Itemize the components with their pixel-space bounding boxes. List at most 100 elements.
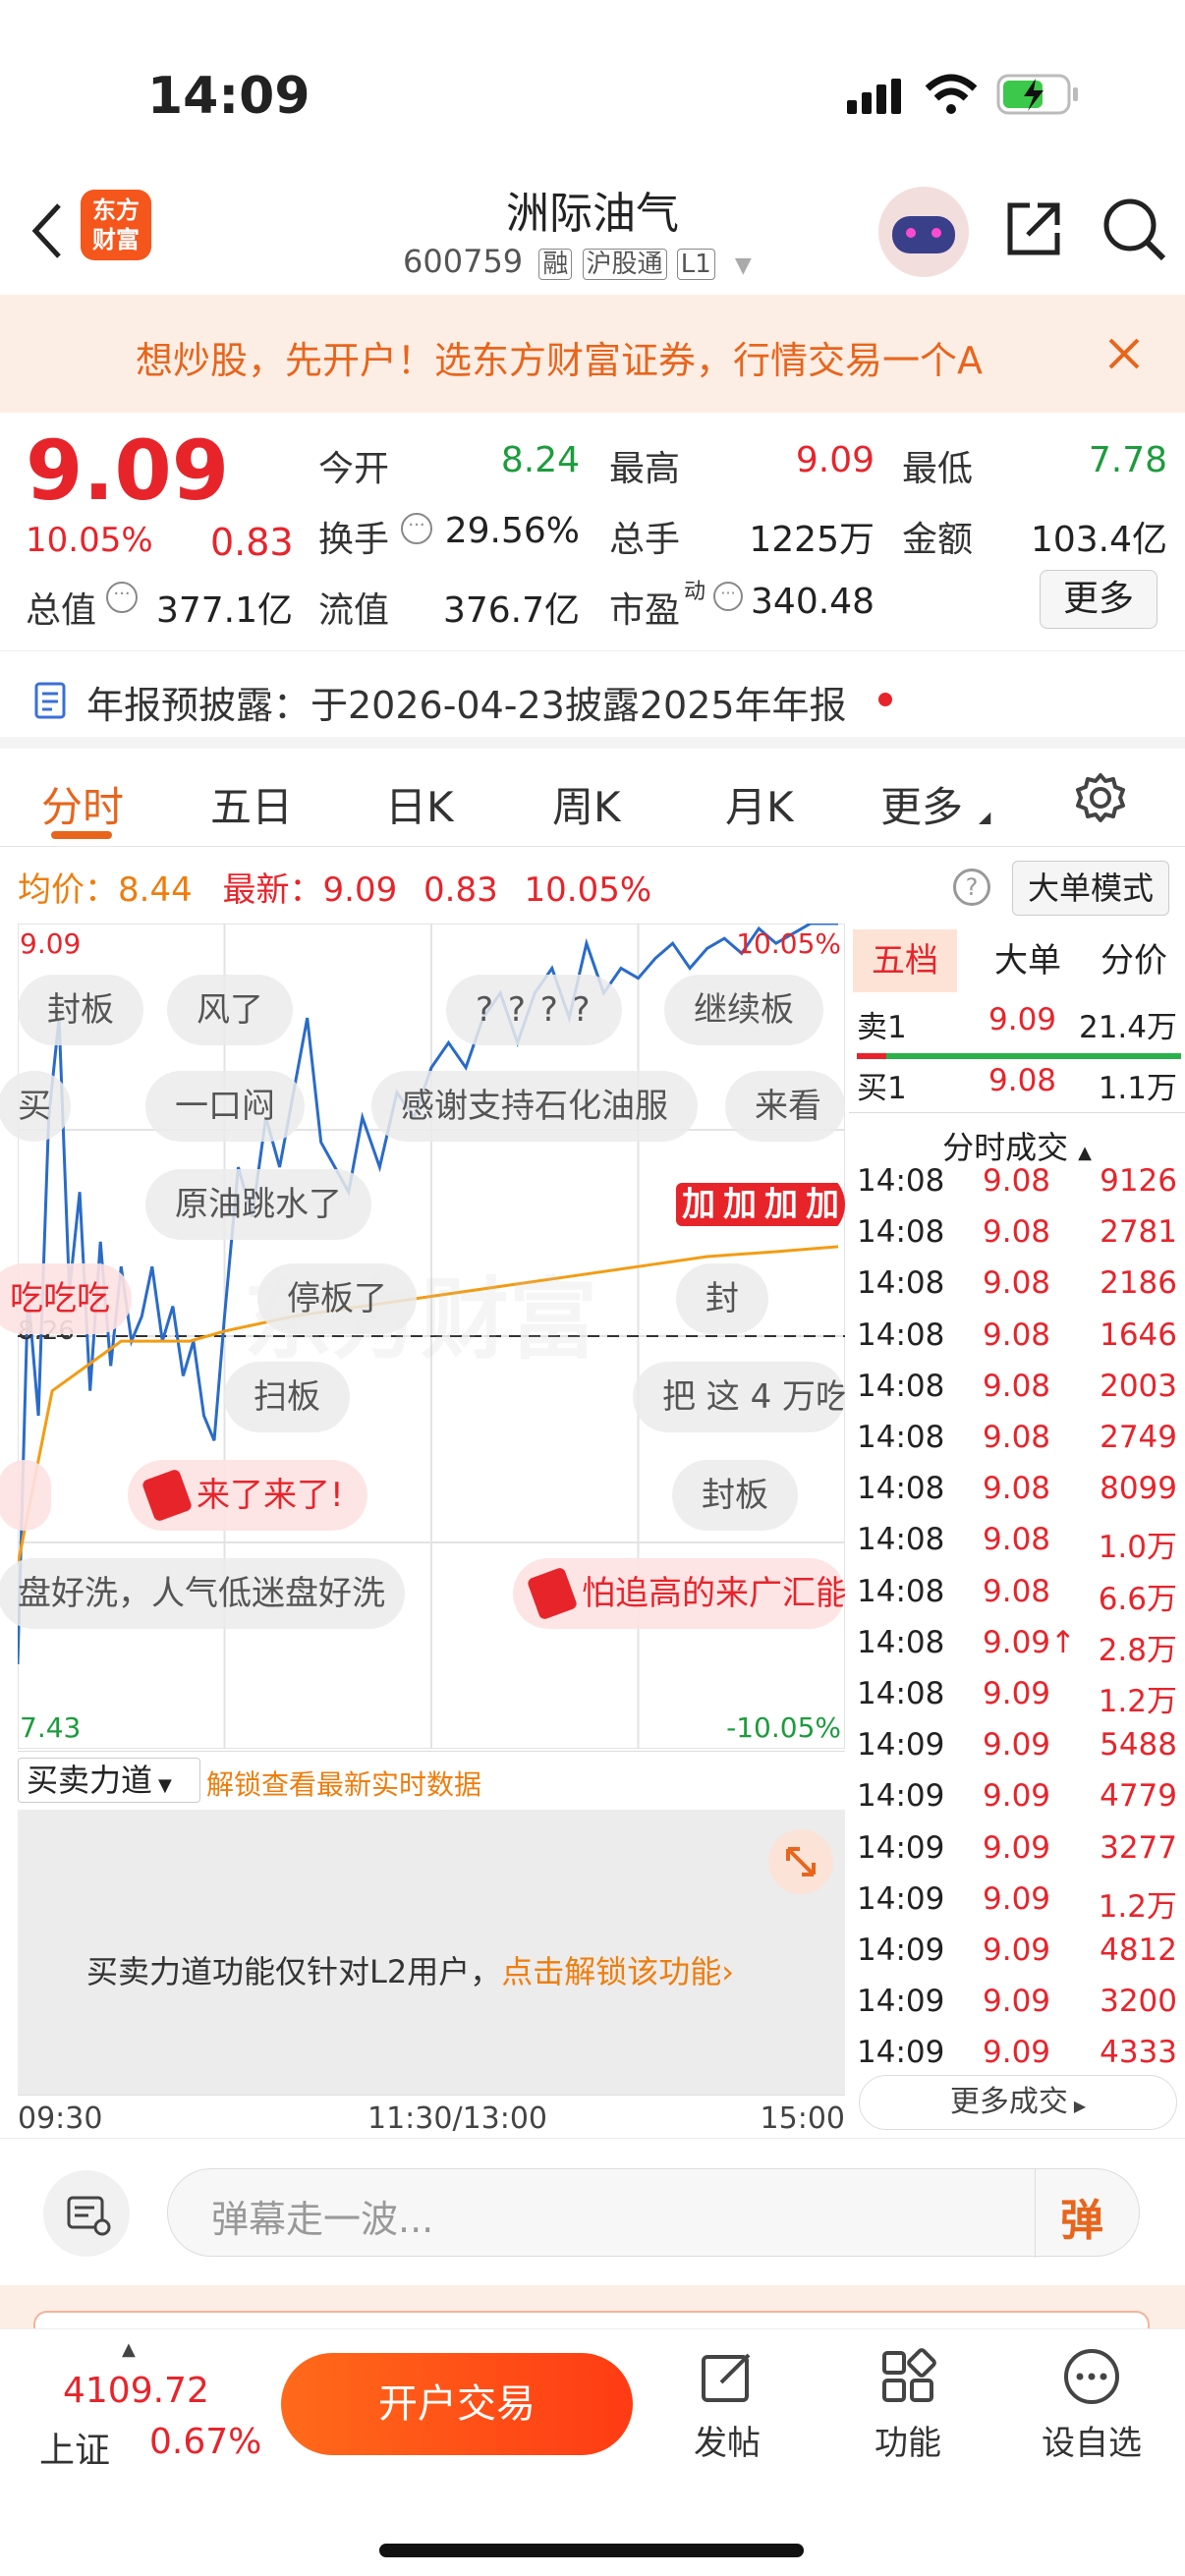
danmu-item: 买 — [0, 1071, 71, 1142]
danmu-item: 封 — [676, 1263, 768, 1334]
danmu-item: 原油跳水了 — [145, 1169, 371, 1240]
trade-price: 9.09 — [983, 1829, 1051, 1866]
open-account-trade-button[interactable]: 开户交易 — [281, 2353, 633, 2455]
tab-big-orders[interactable]: 大单 — [979, 929, 1077, 992]
tab-intraday[interactable]: 分时 — [41, 774, 124, 834]
trade-price: 9.09 — [983, 1727, 1051, 1764]
trade-row: 14:09 9.09 5488 — [857, 1727, 1181, 1778]
trade-row: 14:09 9.09 4812 — [857, 1932, 1181, 1984]
trade-price: 9.09 — [983, 1676, 1051, 1711]
trade-price: 9.09 — [983, 2035, 1051, 2071]
edit-icon — [702, 2353, 751, 2402]
trade-price: 9.08 — [983, 1265, 1051, 1302]
trade-time: 14:09 — [857, 2035, 945, 2071]
firecracker-icon — [526, 1566, 579, 1621]
gear-icon[interactable] — [1075, 772, 1126, 823]
help-icon[interactable]: ? — [953, 868, 990, 906]
danmu-item: 封板 — [18, 975, 143, 1045]
tab-price-dist[interactable]: 分价 — [1083, 929, 1185, 992]
danmu-item: ? ? ? ? — [446, 975, 622, 1045]
force-label: 买卖力道 — [27, 1762, 153, 1799]
trade-row: 14:08 9.08 2186 — [857, 1265, 1181, 1316]
info-icon[interactable]: ··· — [106, 582, 138, 613]
order-book-panel: 五档 大单 分价 卖1 9.09 21.4万 买1 9.08 1.1万 分时成交… — [849, 924, 1185, 2132]
danmu-item-text: 来了来了! — [197, 1476, 344, 1515]
triangle-up-icon: ▲ — [1078, 1143, 1092, 1163]
field-amount-value: 103.4亿 — [1030, 520, 1167, 560]
field-volume-label: 总手 — [609, 520, 681, 560]
danmu-input[interactable]: 弹幕走一波... 弹 — [167, 2168, 1140, 2258]
danmu-item: 怕追高的来广汇能 — [513, 1558, 845, 1629]
notice-bar[interactable]: 年报预披露：于2026-04-23披露2025年年报 — [0, 650, 1185, 749]
ask-label: 卖1 — [857, 1010, 907, 1045]
trade-button-label: 开户交易 — [378, 2381, 536, 2427]
big-order-mode-button[interactable]: 大单模式 — [1012, 861, 1169, 916]
chart-info-row: 均价：8.44 最新：9.09 0.83 10.05% — [18, 863, 651, 911]
trade-time: 14:08 — [857, 1471, 945, 1507]
trade-price: 9.09 — [983, 1932, 1051, 1968]
add-watchlist-button[interactable]: 设自选 — [1028, 2347, 1156, 2494]
battery-icon — [996, 74, 1078, 115]
tab-five-levels[interactable]: 五档 — [853, 929, 957, 992]
tab-daily[interactable]: 日K — [385, 774, 454, 834]
field-open-value: 8.24 — [500, 440, 580, 480]
trade-volume: 2186 — [1100, 1265, 1177, 1302]
bid-row: 买1 9.08 1.1万 — [857, 1063, 1181, 1114]
stock-code-row[interactable]: 600759 融 沪股通 L1 ▼ — [403, 243, 752, 280]
trade-price: 9.08 — [983, 1163, 1051, 1199]
danmu-send-button[interactable]: 弹 — [1060, 2185, 1103, 2248]
danmu-item: 封板 — [672, 1460, 798, 1531]
trade-time: 14:08 — [857, 1214, 945, 1251]
robot-avatar-icon[interactable] — [878, 187, 969, 277]
tab-monthly[interactable]: 月K — [725, 774, 794, 834]
function-button[interactable]: 功能 — [859, 2347, 957, 2494]
trade-time: 14:08 — [857, 1573, 945, 1609]
force-dropdown[interactable]: 买卖力道 ▼ — [18, 1758, 200, 1803]
firecracker-icon — [141, 1468, 194, 1523]
field-pe-value: 340.48 — [751, 582, 875, 622]
info-icon[interactable]: ··· — [713, 582, 743, 611]
search-icon[interactable] — [1100, 196, 1169, 264]
info-icon[interactable]: ··· — [401, 513, 432, 544]
trade-price: 9.09 — [983, 1984, 1051, 2020]
more-button[interactable]: 更多 — [1040, 570, 1157, 629]
stock-header: 东方财富 洲际油气 600759 融 沪股通 L1 ▼ — [0, 172, 1185, 295]
field-volume-value: 1225万 — [749, 520, 875, 560]
expand-icon[interactable] — [768, 1829, 833, 1894]
trade-price: 9.08 — [983, 1368, 1051, 1404]
intraday-chart[interactable]: 东方财富 9.09 10.05% 7.43 -10.05% 8.26 封板 风了… — [0, 922, 846, 1750]
latest-change: 0.83 — [423, 870, 498, 910]
tab-weekly[interactable]: 周K — [552, 774, 621, 834]
index-name: 上证 — [39, 2431, 111, 2471]
tab-five-day[interactable]: 五日 — [210, 774, 293, 834]
more-trades-button[interactable]: 更多成交 ▶ — [859, 2075, 1177, 2130]
close-icon[interactable] — [1106, 336, 1142, 371]
tab-more[interactable]: 更多 — [880, 774, 963, 834]
share-icon[interactable] — [1002, 197, 1065, 260]
x-label-open: 09:30 — [18, 2101, 103, 2136]
latest-value: 9.09 — [322, 870, 398, 910]
trade-volume: 2781 — [1100, 1214, 1177, 1251]
trade-volume: 1646 — [1100, 1316, 1177, 1353]
index-value[interactable]: 4109.72 — [63, 2371, 209, 2411]
post-button[interactable]: 发帖 — [678, 2347, 776, 2494]
danmu-settings-icon[interactable] — [43, 2170, 130, 2257]
danmu-item: 盘好洗，人气低迷盘好洗 — [0, 1558, 405, 1629]
trade-row: 14:08 9.08 2781 — [857, 1214, 1181, 1265]
promo-banner[interactable]: 想炒股，先开户！选东方财富证券，行情交易一个A — [0, 295, 1185, 413]
trade-row: 14:09 9.09 3200 — [857, 1984, 1181, 2035]
notice-text: 年报预披露：于2026-04-23披露2025年年报 — [86, 684, 847, 727]
force-unlock-link[interactable]: 点击解锁该功能 — [501, 1953, 721, 1990]
trade-time: 14:08 — [857, 1265, 945, 1302]
triangle-icon: ◢ — [979, 808, 991, 826]
trade-volume: 3277 — [1100, 1829, 1177, 1866]
trade-volume: 4812 — [1100, 1932, 1177, 1968]
field-low-value: 7.78 — [1088, 440, 1167, 480]
field-float-value: 376.7亿 — [442, 590, 580, 631]
trade-time: 14:08 — [857, 1316, 945, 1353]
bid-volume: 1.1万 — [1098, 1071, 1177, 1106]
x-axis: 09:30 11:30/13:00 15:00 — [18, 2095, 845, 2138]
trade-volume: 1.2万 — [1098, 1888, 1177, 1925]
trades-title-row[interactable]: 分时成交 ▲ — [849, 1112, 1185, 1168]
ask-row: 卖1 9.09 21.4万 — [857, 1002, 1181, 1053]
